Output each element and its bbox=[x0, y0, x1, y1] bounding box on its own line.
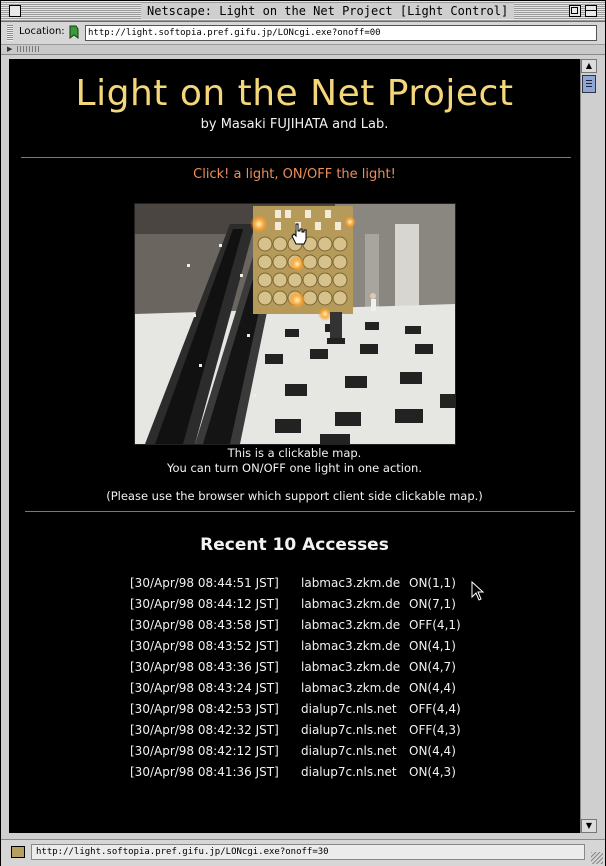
access-time: [30/Apr/98 08:43:58 JST] bbox=[130, 618, 279, 632]
resize-grip[interactable] bbox=[591, 852, 603, 864]
access-action: ON(1,1) bbox=[409, 576, 456, 590]
location-toolbar: Location: http://light.softopia.pref.gif… bbox=[1, 22, 605, 45]
access-time: [30/Apr/98 08:42:53 JST] bbox=[130, 702, 279, 716]
access-action: ON(4,1) bbox=[409, 639, 456, 653]
collapsed-toolbar-tabs[interactable]: ▶ bbox=[1, 45, 605, 55]
access-action: OFF(4,4) bbox=[409, 702, 461, 716]
toolbar-tab-grip[interactable] bbox=[17, 46, 41, 52]
access-time: [30/Apr/98 08:43:24 JST] bbox=[130, 681, 279, 695]
access-host: dialup7c.nls.net bbox=[301, 765, 397, 779]
access-time: [30/Apr/98 08:43:52 JST] bbox=[130, 639, 279, 653]
access-host: labmac3.zkm.de bbox=[301, 639, 401, 653]
status-bar: http://light.softopia.pref.gifu.jp/LONcg… bbox=[1, 839, 605, 866]
access-action: ON(4,3) bbox=[409, 765, 456, 779]
browser-window: Netscape: Light on the Net Project [Ligh… bbox=[0, 0, 606, 866]
access-row: [30/Apr/98 08:44:51 JST] labmac3.zkm.de ON… bbox=[130, 573, 570, 594]
access-host: labmac3.zkm.de bbox=[301, 597, 401, 611]
access-time: [30/Apr/98 08:42:32 JST] bbox=[130, 723, 279, 737]
page-title: Light on the Net Project bbox=[75, 73, 514, 114]
zoom-box[interactable] bbox=[569, 5, 581, 17]
access-host: labmac3.zkm.de bbox=[301, 576, 401, 590]
title-bar[interactable]: Netscape: Light on the Net Project [Ligh… bbox=[1, 1, 605, 22]
vertical-scrollbar[interactable]: ▲ ▼ bbox=[580, 59, 597, 833]
access-row: [30/Apr/98 08:43:58 JST] labmac3.zkm.de OF… bbox=[130, 615, 570, 636]
note-line-1: This is a clickable map. bbox=[227, 446, 362, 460]
scroll-thumb[interactable] bbox=[582, 75, 596, 93]
access-action: OFF(4,1) bbox=[409, 618, 461, 632]
note-line-2: You can turn ON/OFF one light in one act… bbox=[167, 461, 422, 475]
instruction-text: Click! a light, ON/OFF the light! bbox=[193, 167, 396, 182]
divider-bottom bbox=[25, 511, 575, 512]
close-box[interactable] bbox=[9, 5, 21, 17]
status-url-text: http://light.softopia.pref.gifu.jp/LONcg… bbox=[31, 844, 585, 860]
access-time: [30/Apr/98 08:41:36 JST] bbox=[130, 765, 279, 779]
recent-accesses-title: Recent 10 Accesses bbox=[200, 535, 389, 555]
location-bookmark-icon[interactable] bbox=[67, 25, 81, 39]
access-row: [30/Apr/98 08:44:12 JST] labmac3.zkm.de ON… bbox=[130, 594, 570, 615]
access-row: [30/Apr/98 08:42:53 JST] dialup7c.nls.net… bbox=[130, 699, 570, 720]
arrow-cursor-icon bbox=[471, 580, 485, 605]
location-url-field[interactable]: http://light.softopia.pref.gifu.jp/LONcg… bbox=[85, 25, 597, 41]
access-host: labmac3.zkm.de bbox=[301, 618, 401, 632]
page-byline: by Masaki FUJIHATA and Lab. bbox=[200, 117, 389, 132]
access-action: ON(7,1) bbox=[409, 597, 456, 611]
access-action: ON(4,7) bbox=[409, 660, 456, 674]
access-row: [30/Apr/98 08:43:24 JST] labmac3.zkm.de ON… bbox=[130, 678, 570, 699]
access-action: ON(4,4) bbox=[409, 744, 456, 758]
access-action: OFF(4,3) bbox=[409, 723, 461, 737]
access-time: [30/Apr/98 08:44:51 JST] bbox=[130, 576, 279, 590]
clickable-map-note: This is a clickable map. You can turn ON… bbox=[9, 446, 580, 476]
window-title: Netscape: Light on the Net Project [Ligh… bbox=[141, 3, 515, 19]
light-clickable-map[interactable] bbox=[134, 203, 456, 445]
access-row: [30/Apr/98 08:42:12 JST] dialup7c.nls.net… bbox=[130, 741, 570, 762]
access-time: [30/Apr/98 08:42:12 JST] bbox=[130, 744, 279, 758]
recent-accesses-list: [30/Apr/98 08:44:51 JST] labmac3.zkm.de ON… bbox=[130, 573, 570, 783]
browser-support-note: (Please use the browser which support cl… bbox=[106, 489, 483, 503]
expand-triangle-icon[interactable]: ▶ bbox=[7, 46, 12, 53]
access-time: [30/Apr/98 08:43:36 JST] bbox=[130, 660, 279, 674]
access-row: [30/Apr/98 08:43:52 JST] labmac3.zkm.de ON… bbox=[130, 636, 570, 657]
scroll-up-arrow-icon[interactable]: ▲ bbox=[581, 59, 597, 73]
access-host: dialup7c.nls.net bbox=[301, 702, 397, 716]
access-row: [30/Apr/98 08:41:36 JST] dialup7c.nls.net… bbox=[130, 762, 570, 783]
access-time: [30/Apr/98 08:44:12 JST] bbox=[130, 597, 279, 611]
divider-top bbox=[21, 157, 571, 158]
location-label: Location: bbox=[19, 26, 65, 37]
access-host: labmac3.zkm.de bbox=[301, 660, 401, 674]
access-host: dialup7c.nls.net bbox=[301, 723, 397, 737]
collapse-box[interactable] bbox=[585, 5, 597, 17]
unlocked-security-icon[interactable] bbox=[11, 846, 25, 858]
access-host: dialup7c.nls.net bbox=[301, 744, 397, 758]
page-content: Light on the Net Project by Masaki FUJIH… bbox=[9, 59, 580, 833]
scroll-down-arrow-icon[interactable]: ▼ bbox=[581, 819, 597, 833]
access-row: [30/Apr/98 08:42:32 JST] dialup7c.nls.net… bbox=[130, 720, 570, 741]
access-host: labmac3.zkm.de bbox=[301, 681, 401, 695]
access-row: [30/Apr/98 08:43:36 JST] labmac3.zkm.de ON… bbox=[130, 657, 570, 678]
access-action: ON(4,4) bbox=[409, 681, 456, 695]
toolbar-grip[interactable] bbox=[7, 25, 13, 41]
